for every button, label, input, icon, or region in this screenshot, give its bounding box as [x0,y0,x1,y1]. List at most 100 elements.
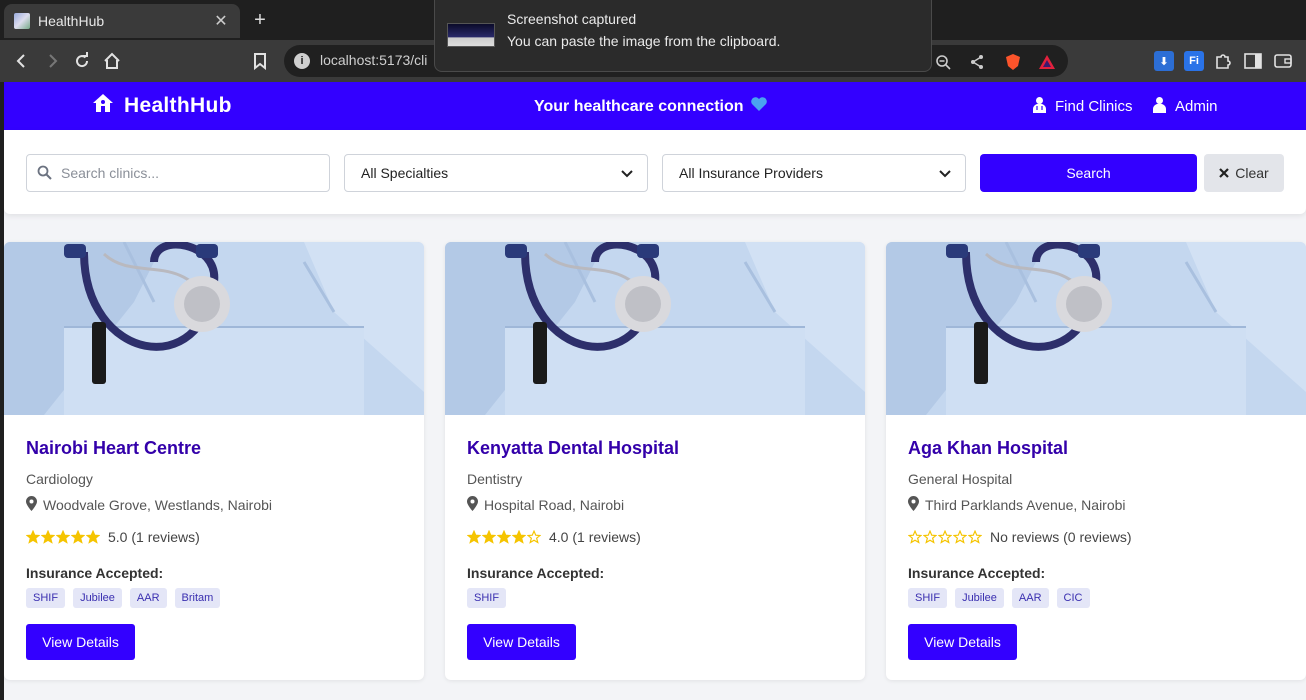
clinic-name[interactable]: Aga Khan Hospital [908,438,1068,459]
insurance-badges: SHIF Jubilee AAR CIC [908,588,1090,608]
star-empty-icon [923,530,937,544]
insurance-badge: Jubilee [955,588,1004,608]
rating-text: 4.0 (1 reviews) [549,529,641,545]
sidebar-icon[interactable] [1243,51,1263,71]
clinic-specialty: Cardiology [26,471,93,487]
forward-icon[interactable] [40,49,64,73]
clinic-address: Third Parklands Avenue, Nairobi [908,496,1126,514]
notification-message: You can paste the image from the clipboa… [507,33,781,49]
clinic-image [4,242,424,415]
insurance-badge: Britam [174,588,221,608]
nav-find-clinics[interactable]: Find Clinics [1032,96,1133,117]
clear-button-label: Clear [1235,165,1269,181]
star-empty-icon [953,530,967,544]
view-details-button[interactable]: View Details [467,624,576,660]
page-viewport: HealthHub Your healthcare connection Fin… [4,82,1306,700]
clinic-image [886,242,1306,415]
tab-title: HealthHub [38,13,105,29]
view-details-button[interactable]: View Details [26,624,135,660]
screenshot-notification: Screenshot captured You can paste the im… [434,0,932,72]
clinic-specialty: Dentistry [467,471,523,487]
insurance-label: Insurance Accepted: [26,565,164,581]
insurance-badge: AAR [129,588,167,608]
doctor-icon [1032,96,1047,117]
download-extension-icon[interactable]: ⬇ [1154,51,1174,71]
map-pin-icon [26,496,37,514]
clinic-card: Nairobi Heart Centre Cardiology Woodvale… [4,242,424,680]
app-navbar: HealthHub Your healthcare connection Fin… [4,82,1306,130]
close-tab-icon[interactable]: ✕ [212,11,230,31]
map-pin-icon [467,496,478,514]
star-filled-icon [467,530,481,544]
insurance-select-value: All Insurance Providers [679,165,823,181]
insurance-badge: CIC [1056,588,1090,608]
clinic-card: Kenyatta Dental Hospital Dentistry Hospi… [445,242,865,680]
specialty-select[interactable]: All Specialties [344,154,648,192]
insurance-select[interactable]: All Insurance Providers [662,154,966,192]
specialty-select-value: All Specialties [361,165,449,181]
user-icon [1152,96,1167,117]
insurance-badge: SHIF [908,588,948,608]
new-tab-button[interactable]: + [248,8,272,32]
rating-text: No reviews (0 reviews) [990,529,1132,545]
clinic-name[interactable]: Nairobi Heart Centre [26,438,201,459]
clinic-address: Woodvale Grove, Westlands, Nairobi [26,496,272,514]
star-filled-icon [512,530,526,544]
reload-icon[interactable] [70,49,94,73]
chevron-down-icon [939,165,951,181]
insurance-badge: AAR [1011,588,1049,608]
zoom-out-icon[interactable] [934,53,952,71]
clinic-specialty: General Hospital [908,471,1013,487]
clinic-rating: No reviews (0 reviews) [908,529,1132,545]
brand-name: HealthHub [124,93,232,117]
star-rating [26,530,100,544]
clinic-image [445,242,865,415]
clear-button[interactable]: Clear [1204,154,1284,192]
browser-tab[interactable]: HealthHub ✕ [4,4,240,38]
star-empty-icon [908,530,922,544]
bookmark-icon[interactable] [248,49,272,73]
star-empty-icon [938,530,952,544]
star-empty-icon [527,530,541,544]
nav-find-clinics-label: Find Clinics [1055,98,1133,115]
tagline-text: Your healthcare connection [534,97,744,115]
insurance-label: Insurance Accepted: [908,565,1046,581]
star-filled-icon [71,530,85,544]
home-icon [92,93,114,118]
home-icon[interactable] [100,49,124,73]
search-input[interactable] [61,155,321,191]
view-details-button[interactable]: View Details [908,624,1017,660]
blue-heart-icon [750,96,768,117]
clinic-address-text: Hospital Road, Nairobi [484,497,625,513]
star-filled-icon [86,530,100,544]
nav-admin[interactable]: Admin [1152,96,1218,117]
star-rating [908,530,982,544]
map-pin-icon [908,496,919,514]
insurance-badge: SHIF [467,588,507,608]
clinic-address-text: Third Parklands Avenue, Nairobi [925,497,1126,513]
clinic-rating: 4.0 (1 reviews) [467,529,641,545]
filter-bar: All Specialties All Insurance Providers … [4,130,1306,214]
site-info-icon[interactable]: i [294,53,310,69]
search-field[interactable] [26,154,330,192]
extensions-puzzle-icon[interactable] [1213,51,1233,71]
tagline: Your healthcare connection [534,96,768,117]
share-icon[interactable] [968,53,986,71]
brave-shield-icon[interactable] [1004,53,1022,71]
wallet-icon[interactable] [1273,51,1293,71]
close-icon [1219,165,1230,181]
back-icon[interactable] [10,49,34,73]
nav-admin-label: Admin [1175,98,1218,115]
brave-rewards-icon[interactable] [1038,53,1056,71]
search-button[interactable]: Search [980,154,1197,192]
clinic-name[interactable]: Kenyatta Dental Hospital [467,438,679,459]
insurance-badges: SHIF Jubilee AAR Britam [26,588,221,608]
rating-text: 5.0 (1 reviews) [108,529,200,545]
insurance-badge: Jubilee [73,588,122,608]
insurance-badge: SHIF [26,588,66,608]
fi-extension-icon[interactable]: Fi [1184,51,1204,71]
star-filled-icon [482,530,496,544]
clinic-card: Aga Khan Hospital General Hospital Third… [886,242,1306,680]
brand-link[interactable]: HealthHub [92,93,232,118]
favicon-icon [14,13,30,29]
